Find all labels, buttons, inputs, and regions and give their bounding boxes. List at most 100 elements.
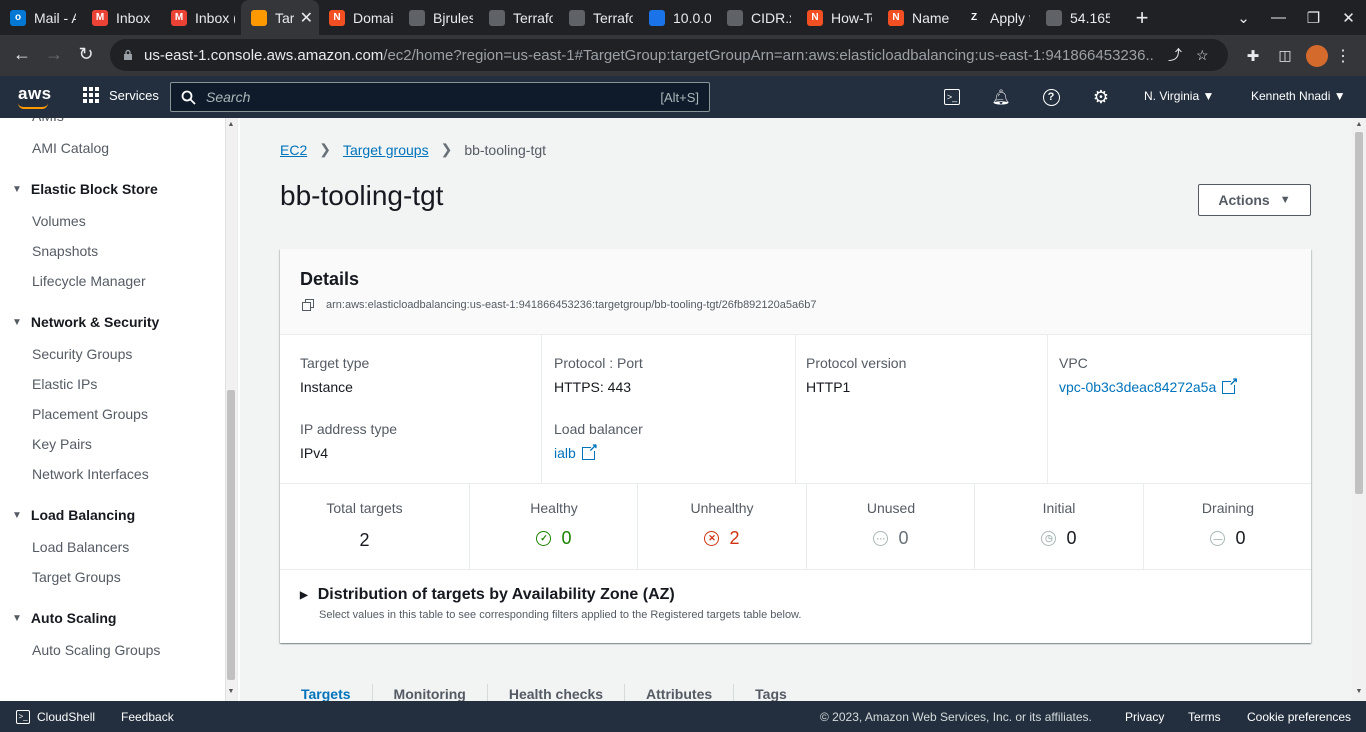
cloudshell-button[interactable]: >_ CloudShell — [16, 709, 95, 724]
tab-favicon-icon: M — [92, 9, 108, 26]
browser-tab[interactable]: 54.165 — [1036, 0, 1116, 35]
load-balancer-link[interactable]: ialb — [554, 441, 598, 462]
tab-attributes[interactable]: Attributes — [624, 684, 733, 701]
breadcrumb-ec2[interactable]: EC2 — [280, 142, 307, 158]
sidebar-item-ami-catalog[interactable]: AMI Catalog — [32, 140, 109, 156]
services-menu-button[interactable]: Services — [83, 87, 159, 103]
forward-icon[interactable]: → — [38, 44, 70, 65]
sidepanel-icon[interactable]: ◫ — [1268, 47, 1302, 64]
az-distribution-toggle[interactable]: ▶ Distribution of targets by Availability… — [300, 586, 801, 604]
sidebar-item-volumes[interactable]: Volumes — [32, 213, 86, 229]
browser-tab[interactable]: CIDR.x — [717, 0, 797, 35]
sidebar-item-amis[interactable]: AMIs — [32, 118, 64, 124]
sidebar-item-lifecycle-manager[interactable]: Lifecycle Manager — [32, 273, 146, 289]
settings-gear-icon[interactable]: ⚙ — [1090, 86, 1112, 108]
browser-tab[interactable]: Terrafo — [479, 0, 559, 35]
browser-tab[interactable]: M Inbox ( — [82, 0, 161, 35]
stat-unused[interactable]: Unused ··· 0 — [806, 484, 975, 570]
sidebar-scroll-thumb[interactable] — [227, 390, 235, 680]
browser-tab[interactable]: Targ ✕ — [241, 0, 319, 35]
vpc-link[interactable]: vpc-0b3c3deac84272a5a — [1059, 375, 1238, 396]
minimize-icon[interactable]: — — [1261, 9, 1296, 26]
browser-tab[interactable]: M Inbox ( — [161, 0, 241, 35]
reload-icon[interactable]: ↻ — [70, 44, 102, 65]
stat-draining[interactable]: Draining —0 — [1143, 484, 1312, 570]
browser-tab[interactable]: 10.0.0.0 — [639, 0, 717, 35]
browser-tab[interactable]: Bjrules — [399, 0, 479, 35]
tab-title: Bjrules — [433, 9, 473, 26]
profile-avatar[interactable] — [1306, 44, 1328, 67]
caret-down-icon: ▼ — [12, 183, 22, 195]
share-icon[interactable]: ⤴ — [1168, 45, 1182, 65]
error-circle-icon: ✕ — [704, 531, 720, 546]
scroll-up-arrow[interactable]: ▲ — [1352, 121, 1366, 128]
copy-icon[interactable] — [302, 299, 314, 311]
cookie-preferences-link[interactable]: Cookie preferences — [1247, 710, 1351, 724]
tab-monitoring[interactable]: Monitoring — [371, 684, 487, 701]
aws-logo-smile — [18, 103, 48, 109]
new-tab-icon[interactable]: + — [1130, 5, 1154, 31]
scroll-down-arrow[interactable]: ▼ — [1352, 688, 1366, 695]
tab-targets[interactable]: Targets — [280, 684, 372, 701]
sidebar-section-elastic-block-store[interactable]: ▼ Elastic Block Store — [12, 181, 158, 197]
healthy-label: Healthy — [530, 500, 578, 516]
sidebar-item-placement-groups[interactable]: Placement Groups — [32, 406, 148, 422]
tab-tags[interactable]: Tags — [733, 684, 808, 701]
search-input[interactable]: Search [Alt+S] — [170, 82, 710, 112]
maximize-icon[interactable]: ❐ — [1296, 9, 1331, 27]
browser-tab[interactable]: N Namec — [878, 0, 956, 35]
browser-tab[interactable]: N How-To — [797, 0, 878, 35]
tab-title: Targ — [275, 9, 294, 26]
sidebar-item-target-groups[interactable]: Target Groups — [32, 569, 121, 585]
browser-tab[interactable]: Z Apply t — [956, 0, 1036, 35]
browser-menu-icon[interactable]: ⋮ — [1328, 46, 1358, 66]
sidebar-section-load-balancing[interactable]: ▼ Load Balancing — [12, 507, 135, 523]
sidebar-item-security-groups[interactable]: Security Groups — [32, 346, 132, 362]
address-bar[interactable]: us-east-1.console.aws.amazon.com/ec2/hom… — [110, 39, 1228, 71]
sidebar-item-snapshots[interactable]: Snapshots — [32, 243, 98, 259]
stat-initial[interactable]: Initial ◷ 0 — [974, 484, 1143, 570]
protocol-version-label: Protocol version — [806, 355, 907, 371]
notifications-bell-icon[interactable]: 🔔︎ — [990, 86, 1012, 108]
tab-health-checks[interactable]: Health checks — [486, 684, 624, 701]
close-window-icon[interactable]: ✕ — [1331, 9, 1366, 27]
main-scroll-thumb[interactable] — [1355, 132, 1363, 494]
target-group-tabs: Targets Monitoring Health checks Attribu… — [280, 684, 808, 701]
account-menu[interactable]: Kenneth Nnadi ▼ — [1251, 89, 1346, 103]
sidebar-item-load-balancers[interactable]: Load Balancers — [32, 539, 129, 555]
scroll-down-arrow[interactable]: ▼ — [227, 688, 235, 695]
aws-logo[interactable]: aws — [18, 84, 52, 104]
actions-dropdown-button[interactable]: Actions ▼ — [1198, 184, 1311, 216]
terms-link[interactable]: Terms — [1188, 710, 1221, 724]
browser-tab[interactable]: N Domai — [319, 0, 399, 35]
details-col-1: Target type Instance IP address type IPv… — [280, 335, 541, 483]
cloudshell-icon[interactable]: >_ — [941, 86, 963, 108]
tab-title: CIDR.x — [751, 9, 791, 26]
breadcrumb-target-groups[interactable]: Target groups — [343, 142, 429, 158]
tab-search-icon[interactable]: ⌄ — [1226, 9, 1261, 27]
stat-unhealthy[interactable]: Unhealthy ✕ 2 — [637, 484, 806, 570]
sidebar-section-network-security[interactable]: ▼ Network & Security — [12, 314, 159, 330]
region-selector[interactable]: N. Virginia ▼ — [1144, 89, 1214, 103]
main-content: EC2 ❯ Target groups ❯ bb-tooling-tgt bb-… — [240, 118, 1352, 701]
feedback-link[interactable]: Feedback — [121, 710, 174, 724]
close-tab-icon[interactable]: ✕ — [300, 8, 313, 28]
sidebar-section-auto-scaling[interactable]: ▼ Auto Scaling — [12, 610, 116, 626]
details-col-2: Protocol : Port HTTPS: 443 Load balancer… — [541, 335, 794, 483]
help-icon[interactable]: ? — [1040, 86, 1062, 108]
sidebar-item-network-interfaces[interactable]: Network Interfaces — [32, 466, 149, 482]
sidebar-item-auto-scaling-groups[interactable]: Auto Scaling Groups — [32, 642, 160, 658]
back-icon[interactable]: ← — [6, 44, 38, 65]
extensions-icon[interactable]: ✚ — [1238, 47, 1268, 65]
browser-tab[interactable]: Terrafo — [559, 0, 639, 35]
sidebar-item-elastic-ips[interactable]: Elastic IPs — [32, 376, 97, 392]
copyright-text: © 2023, Amazon Web Services, Inc. or its… — [820, 709, 1092, 724]
browser-tab[interactable]: o Mail - A — [0, 0, 82, 35]
initial-value: ◷ 0 — [975, 528, 1143, 549]
bookmark-star-icon[interactable]: ☆ — [1196, 47, 1209, 64]
sidebar-item-key-pairs[interactable]: Key Pairs — [32, 436, 92, 452]
main-scrollbar[interactable]: ▲ ▼ — [1352, 118, 1366, 701]
privacy-link[interactable]: Privacy — [1125, 710, 1164, 724]
scroll-up-arrow[interactable]: ▲ — [227, 121, 235, 128]
stat-healthy[interactable]: Healthy ✓ 0 — [469, 484, 638, 570]
